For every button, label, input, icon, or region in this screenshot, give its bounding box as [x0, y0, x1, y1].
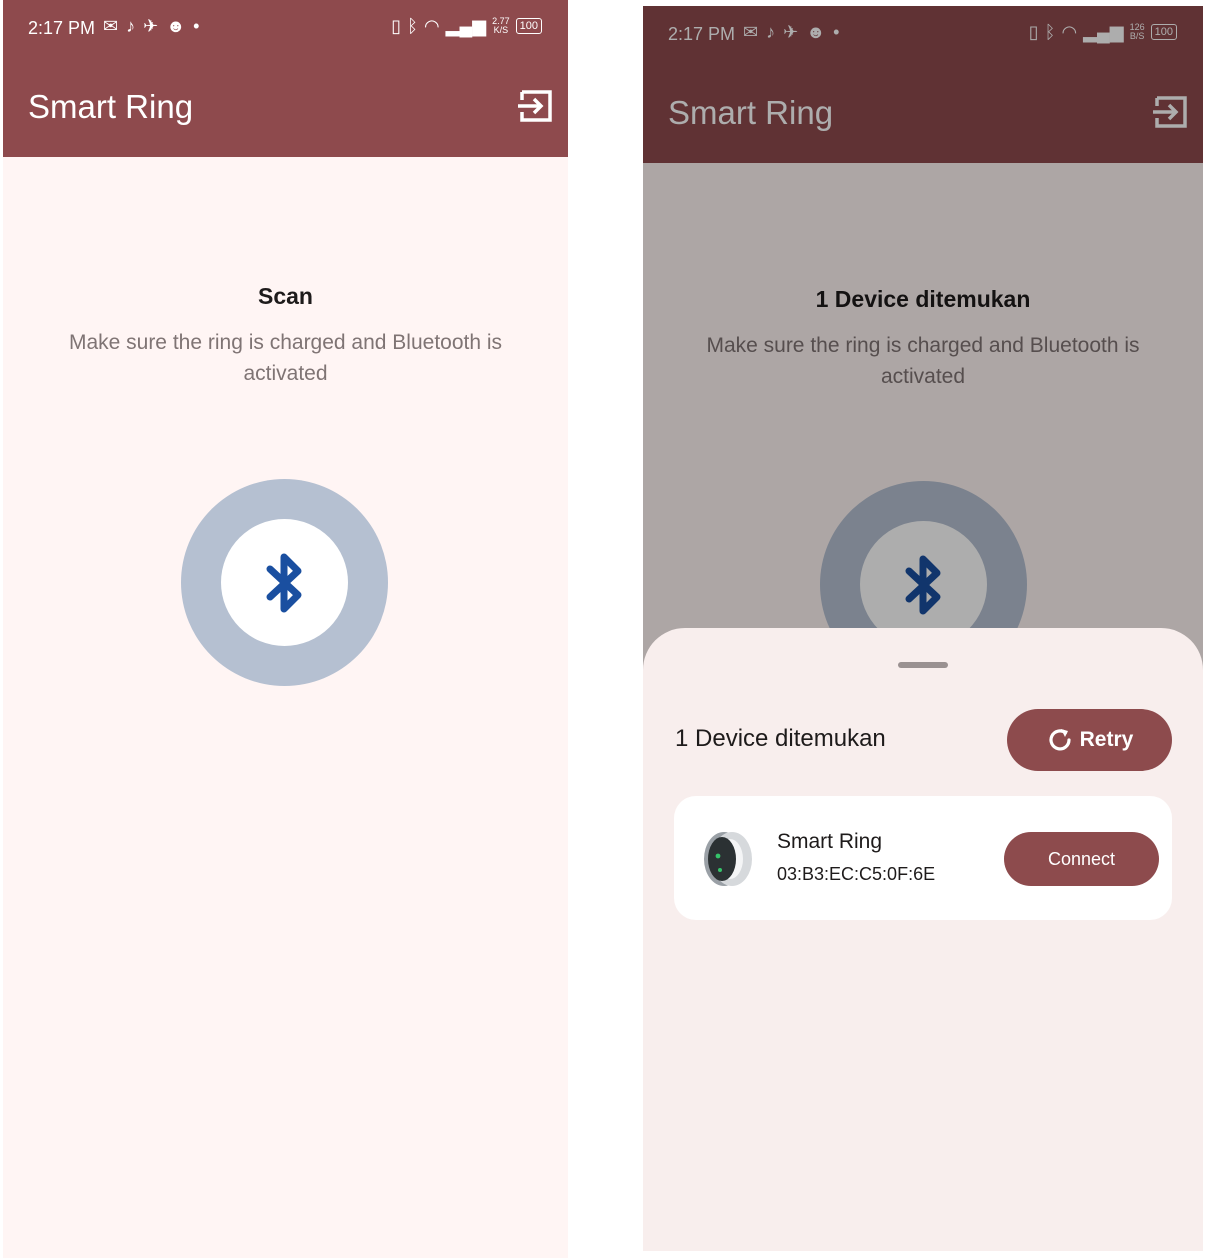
- retry-label: Retry: [1079, 728, 1134, 751]
- logout-button[interactable]: [516, 86, 556, 126]
- retry-button[interactable]: Retry: [1007, 709, 1172, 771]
- signal-icon: ▂▄▆: [445, 16, 487, 36]
- notification-icons: ✉ ♪ ✈ ☻ •: [103, 16, 199, 36]
- scan-instructions: Make sure the ring is charged and Blueto…: [68, 331, 503, 385]
- device-name: Smart Ring: [777, 830, 883, 853]
- scan-center: [221, 519, 348, 646]
- device-bottom-sheet: 1 Device ditemukan Retry Smart Ring 03:B…: [643, 628, 1203, 1251]
- device-mac-address: 03:B3:EC:C5:0F:6E: [777, 864, 936, 884]
- robot-icon: ☻: [166, 16, 186, 36]
- vibrate-icon: ▯: [391, 16, 402, 36]
- battery-icon: 100: [515, 18, 542, 34]
- bluetooth-icon: [266, 553, 301, 612]
- smart-ring-image: [704, 832, 752, 886]
- network-speed-unit: K/S: [493, 25, 509, 35]
- gmail-icon: ✉: [103, 16, 119, 36]
- logout-icon: [518, 90, 552, 122]
- scan-animation: [181, 479, 388, 686]
- app-title: Smart Ring: [28, 88, 194, 125]
- scan-screen: 2:17 PM ✉ ♪ ✈ ☻ • ▯ ᛒ ◠ ▂▄▆ 2.77 K/S 100…: [3, 0, 568, 1258]
- status-time: 2:17 PM: [28, 18, 96, 38]
- drag-handle[interactable]: [898, 662, 948, 668]
- scan-heading: Scan: [258, 283, 313, 309]
- tiktok-icon: ♪: [126, 16, 136, 36]
- status-bar: 2:17 PM ✉ ♪ ✈ ☻ • ▯ ᛒ ◠ ▂▄▆ 2.77 K/S 100: [3, 0, 568, 56]
- plane-icon: ✈: [143, 16, 159, 36]
- network-speed: 2.77 K/S: [492, 17, 510, 35]
- system-icons: ▯ ᛒ ◠ ▂▄▆ 2.77 K/S 100: [391, 16, 542, 36]
- app-bar: 2:17 PM ✉ ♪ ✈ ☻ • ▯ ᛒ ◠ ▂▄▆ 2.77 K/S 100…: [3, 0, 568, 157]
- bluetooth-status-icon: ᛒ: [407, 16, 418, 36]
- results-screen: 2:17 PM ✉ ♪ ✈ ☻ • ▯ ᛒ ◠ ▂▄▆ 126 B/S 100 …: [643, 6, 1203, 1251]
- wifi-icon: ◠: [423, 16, 440, 36]
- device-list-item[interactable]: Smart Ring 03:B3:EC:C5:0F:6E Connect: [674, 796, 1172, 920]
- dot-icon: •: [193, 16, 200, 36]
- connect-button[interactable]: Connect: [1004, 832, 1159, 886]
- refresh-icon: [1049, 729, 1071, 751]
- devices-found-label: 1 Device ditemukan: [675, 725, 886, 752]
